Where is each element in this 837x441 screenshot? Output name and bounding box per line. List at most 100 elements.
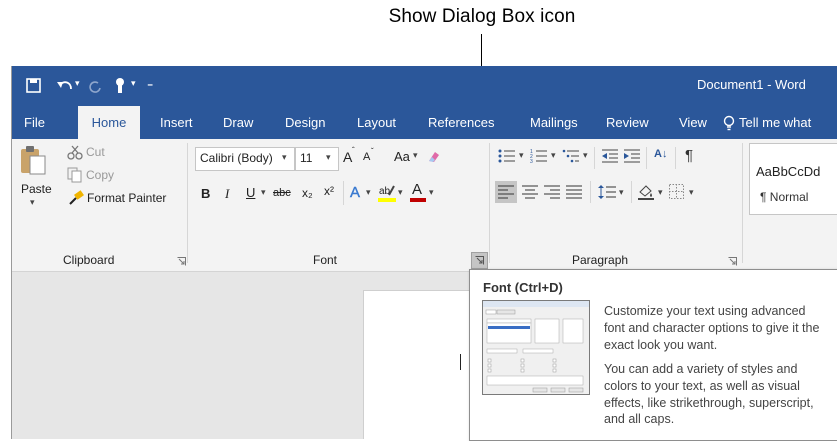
highlight-dropdown-icon[interactable]: ▾ xyxy=(398,187,403,198)
align-left-icon[interactable] xyxy=(498,185,514,199)
tooltip-description-1: Customize your text using advanced font … xyxy=(604,304,820,352)
separator xyxy=(489,143,490,263)
tab-design[interactable]: Design xyxy=(285,106,325,139)
text-effects-dropdown-icon[interactable]: ▾ xyxy=(366,187,371,198)
font-dialog-launcher-icon[interactable] xyxy=(475,256,484,265)
shrink-font-button[interactable]: A xyxy=(363,151,370,163)
lightbulb-icon[interactable] xyxy=(723,115,735,131)
tab-view[interactable]: View xyxy=(679,106,707,139)
touch-dropdown-icon[interactable]: ▾ xyxy=(131,78,136,89)
undo-icon[interactable] xyxy=(56,79,74,93)
borders-icon[interactable] xyxy=(669,184,684,199)
tooltip-title: Font (Ctrl+D) xyxy=(483,280,563,295)
shading-dropdown-icon[interactable]: ▾ xyxy=(658,187,663,198)
subscript-button[interactable]: x₂ xyxy=(302,186,313,200)
line-spacing-icon[interactable] xyxy=(598,184,616,200)
style-preview: AaBbCcDd xyxy=(756,164,821,179)
underline-button[interactable]: U xyxy=(246,185,255,200)
show-formatting-button[interactable]: ¶ xyxy=(685,147,693,164)
highlight-color-icon[interactable]: ab xyxy=(378,183,396,203)
tab-file[interactable]: File xyxy=(24,106,45,139)
increase-indent-icon[interactable] xyxy=(623,148,641,164)
strikethrough-button[interactable]: abc xyxy=(273,187,291,199)
redo-icon[interactable] xyxy=(88,79,102,93)
ribbon-home: Paste ▾ Cut Copy Format Painter Clipboar… xyxy=(12,139,837,272)
font-size-value: 11 xyxy=(300,151,313,165)
clipboard-dialog-launcher-icon[interactable] xyxy=(177,257,186,266)
tooltip-description-2: You can add a variety of styles and colo… xyxy=(604,362,814,427)
bullets-dropdown-icon[interactable]: ▾ xyxy=(519,150,524,161)
copy-button[interactable]: Copy xyxy=(86,168,114,182)
numbering-icon[interactable]: 1 2 3 xyxy=(530,148,548,164)
numbering-dropdown-icon[interactable]: ▾ xyxy=(551,150,556,161)
underline-dropdown-icon[interactable]: ▾ xyxy=(261,187,266,198)
justify-icon[interactable] xyxy=(566,185,582,199)
format-painter-icon[interactable] xyxy=(68,190,84,206)
font-name-dropdown-icon[interactable]: ▾ xyxy=(282,152,287,163)
align-right-icon[interactable] xyxy=(544,185,560,199)
paste-icon[interactable] xyxy=(19,145,47,175)
font-color-dropdown-icon[interactable]: ▾ xyxy=(429,187,434,198)
change-case-button[interactable]: Aa xyxy=(394,149,410,164)
tab-draw[interactable]: Draw xyxy=(223,106,253,139)
copy-icon[interactable] xyxy=(67,167,83,183)
style-name: ¶ Normal xyxy=(760,190,809,204)
font-name-box[interactable]: Calibri (Body) ▾ xyxy=(195,147,295,171)
callout-label: Show Dialog Box icon xyxy=(388,6,576,27)
cut-button[interactable]: Cut xyxy=(86,145,105,159)
text-cursor xyxy=(460,354,461,370)
paragraph-group-label: Paragraph xyxy=(572,253,629,267)
style-normal-card[interactable]: AaBbCcDd ¶ Normal xyxy=(749,143,837,215)
font-group-label: Font xyxy=(313,253,338,267)
borders-dropdown-icon[interactable]: ▾ xyxy=(689,187,694,198)
bullets-icon[interactable] xyxy=(498,148,516,164)
separator xyxy=(187,143,188,263)
ribbon-tabs: File Home Insert Draw Design Layout Refe… xyxy=(12,106,837,139)
font-color-button[interactable]: A xyxy=(410,181,426,203)
tell-me-search[interactable]: Tell me what xyxy=(739,106,811,139)
format-painter-button[interactable]: Format Painter xyxy=(87,191,166,205)
touch-mode-icon[interactable] xyxy=(113,77,127,94)
multilevel-list-icon[interactable] xyxy=(562,148,580,164)
bold-button[interactable]: B xyxy=(201,186,210,201)
line-spacing-dropdown-icon[interactable]: ▾ xyxy=(619,187,624,198)
undo-dropdown-icon[interactable]: ▾ xyxy=(75,78,80,89)
document-title: Document1 - Word xyxy=(697,77,806,92)
clear-formatting-icon[interactable] xyxy=(426,149,442,165)
separator xyxy=(594,147,595,169)
text-effects-button[interactable]: A xyxy=(350,184,360,201)
decrease-indent-icon[interactable] xyxy=(601,148,619,164)
grow-font-button[interactable]: A xyxy=(343,149,352,165)
customize-qat-icon[interactable]: ₌ xyxy=(147,76,153,90)
font-size-box[interactable]: 11 ▾ xyxy=(295,147,339,171)
font-size-dropdown-icon[interactable]: ▾ xyxy=(326,152,331,163)
superscript-button[interactable]: x² xyxy=(324,184,334,198)
cut-icon[interactable] xyxy=(67,145,83,161)
paragraph-dialog-launcher-icon[interactable] xyxy=(728,257,737,266)
svg-text:ab: ab xyxy=(379,186,391,197)
sort-button[interactable]: A↓ xyxy=(654,148,667,160)
font-name-value: Calibri (Body) xyxy=(200,151,273,165)
separator xyxy=(646,147,647,169)
tab-review[interactable]: Review xyxy=(606,106,649,139)
tab-mailings[interactable]: Mailings xyxy=(530,106,578,139)
shading-icon[interactable] xyxy=(637,183,655,201)
change-case-dropdown-icon[interactable]: ▾ xyxy=(413,150,418,161)
separator xyxy=(590,181,591,203)
tab-layout[interactable]: Layout xyxy=(357,106,396,139)
paste-dropdown-icon[interactable]: ▾ xyxy=(30,197,35,208)
font-tooltip: Font (Ctrl+D) Customize your text using … xyxy=(469,269,837,441)
save-icon[interactable] xyxy=(26,78,41,93)
tab-insert[interactable]: Insert xyxy=(160,106,193,139)
font-dialog-preview-image xyxy=(483,301,589,393)
separator xyxy=(343,181,344,205)
separator xyxy=(675,147,676,169)
paste-button[interactable]: Paste xyxy=(21,182,52,196)
tab-home[interactable]: Home xyxy=(78,106,140,139)
shrink-font-caret: ˇ xyxy=(371,147,374,156)
align-center-icon[interactable] xyxy=(522,185,538,199)
multilevel-dropdown-icon[interactable]: ▾ xyxy=(583,150,588,161)
italic-button[interactable]: I xyxy=(225,186,229,202)
tab-references[interactable]: References xyxy=(428,106,494,139)
title-bar: ▾ ▾ ₌ Document1 - Word xyxy=(12,66,837,106)
